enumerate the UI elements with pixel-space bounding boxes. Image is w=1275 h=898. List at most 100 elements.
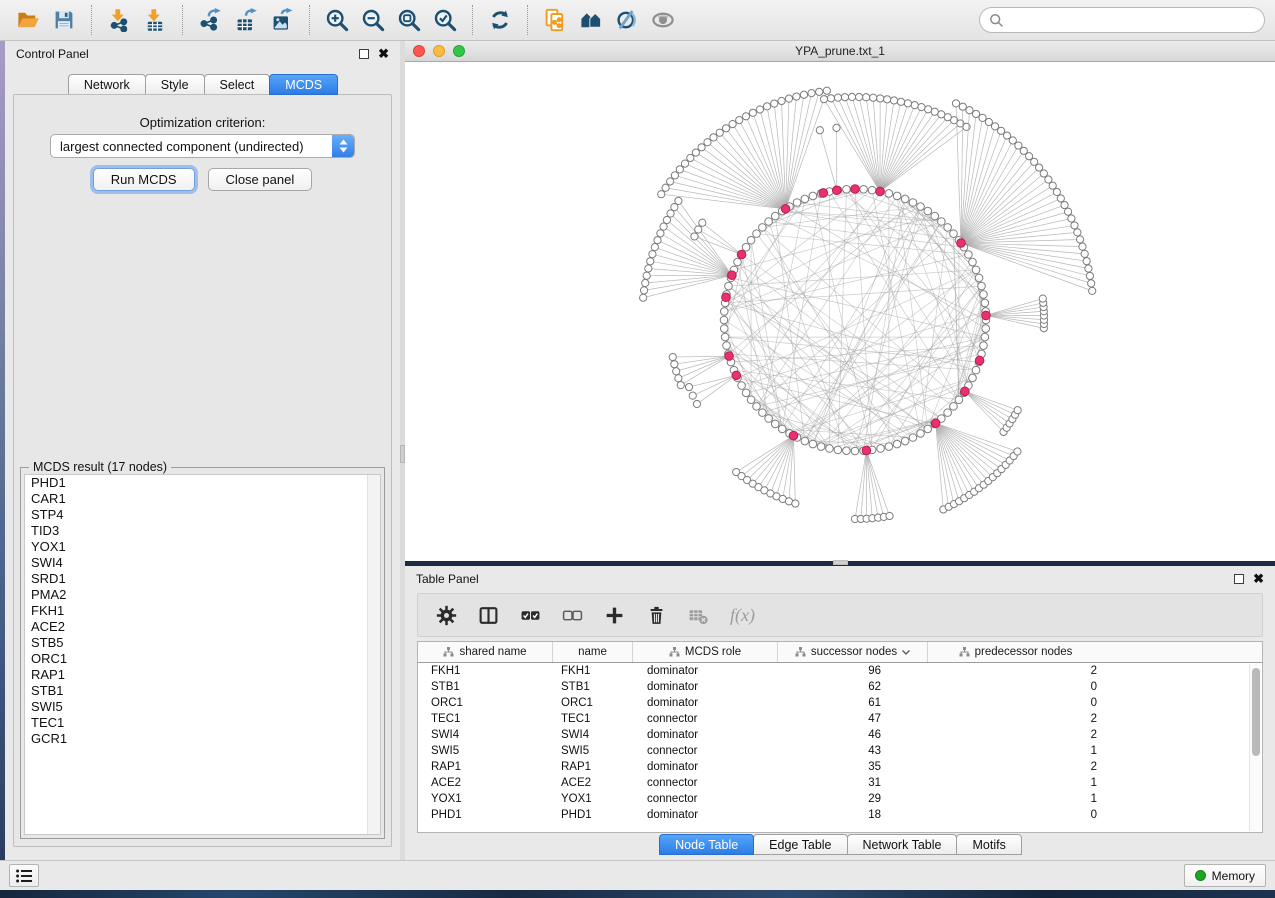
- task-history-button[interactable]: [9, 864, 39, 887]
- tab-edge-table[interactable]: Edge Table: [753, 834, 847, 855]
- column-header-predecessor-nodes[interactable]: predecessor nodes: [928, 642, 1103, 662]
- table-row[interactable]: YOX1YOX1connector291: [418, 791, 1262, 807]
- sort-descending-icon: [902, 650, 910, 655]
- column-header-name[interactable]: name: [553, 642, 633, 662]
- save-session-icon[interactable]: [46, 4, 82, 36]
- list-item[interactable]: RAP1: [25, 667, 380, 683]
- float-panel-icon[interactable]: [359, 49, 369, 59]
- table-options-gear-icon[interactable]: [436, 605, 457, 626]
- cell-name: FKH1: [553, 665, 633, 677]
- column-header-shared-name[interactable]: shared name: [418, 642, 553, 662]
- deselect-all-rows-icon[interactable]: [562, 605, 583, 626]
- list-item[interactable]: STB5: [25, 635, 380, 651]
- table-row[interactable]: ORC1ORC1dominator610: [418, 695, 1262, 711]
- column-header-mcds-role[interactable]: MCDS role: [633, 642, 778, 662]
- tab-select[interactable]: Select: [204, 74, 271, 95]
- select-all-rows-icon[interactable]: [520, 605, 541, 626]
- export-table-icon[interactable]: [228, 4, 264, 36]
- memory-label: Memory: [1212, 869, 1255, 883]
- cell-shared-name: PHD1: [418, 809, 553, 821]
- toolbar-separator: [527, 5, 528, 35]
- list-item[interactable]: PMA2: [25, 587, 380, 603]
- list-item[interactable]: TEC1: [25, 715, 380, 731]
- cell-shared-name: YOX1: [418, 793, 553, 805]
- open-session-icon[interactable]: [10, 4, 46, 36]
- tab-node-table[interactable]: Node Table: [659, 834, 754, 855]
- table-row[interactable]: SWI5SWI5connector431: [418, 743, 1262, 759]
- memory-button[interactable]: Memory: [1184, 864, 1266, 887]
- list-item[interactable]: STB1: [25, 683, 380, 699]
- horizontal-splitter-grip[interactable]: [833, 560, 848, 565]
- list-item[interactable]: SWI5: [25, 699, 380, 715]
- cell-predecessor-nodes: 2: [928, 761, 1103, 773]
- zoom-fit-icon[interactable]: [391, 4, 427, 36]
- import-network-from-database-icon[interactable]: [537, 4, 573, 36]
- list-scrollbar[interactable]: [367, 475, 380, 834]
- show-hide-view-icon[interactable]: [645, 4, 681, 36]
- search-input[interactable]: [1004, 13, 1255, 27]
- list-item[interactable]: GCR1: [25, 731, 380, 747]
- export-network-icon[interactable]: [192, 4, 228, 36]
- table-row[interactable]: RAP1RAP1dominator352: [418, 759, 1262, 775]
- table-row[interactable]: FKH1FKH1dominator962: [418, 663, 1262, 679]
- close-panel-icon[interactable]: ✖: [378, 49, 389, 59]
- scrollbar-thumb[interactable]: [1252, 668, 1260, 756]
- toolbar-separator: [91, 5, 92, 35]
- close-panel-button[interactable]: Close panel: [208, 168, 313, 191]
- table-row[interactable]: PHD1PHD1dominator180: [418, 807, 1262, 823]
- cell-shared-name: SWI5: [418, 745, 553, 757]
- export-image-icon[interactable]: [264, 4, 300, 36]
- cell-successor-nodes: 62: [778, 681, 928, 693]
- mcds-result-title: MCDS result (17 nodes): [29, 460, 171, 474]
- cell-name: ORC1: [553, 697, 633, 709]
- toggle-graphics-details-icon[interactable]: [609, 4, 645, 36]
- float-panel-icon[interactable]: [1234, 574, 1244, 584]
- list-item[interactable]: CAR1: [25, 491, 380, 507]
- list-item[interactable]: YOX1: [25, 539, 380, 555]
- tab-network-table[interactable]: Network Table: [847, 834, 958, 855]
- network-canvas[interactable]: [405, 62, 1275, 561]
- column-header-successor-nodes[interactable]: successor nodes: [778, 642, 928, 662]
- control-panel-title: Control Panel: [16, 47, 89, 61]
- table-scrollbar[interactable]: [1249, 664, 1261, 831]
- list-item[interactable]: SWI4: [25, 555, 380, 571]
- cell-mcds-role: connector: [633, 777, 778, 789]
- control-panel: Control Panel ✖ Network Style Select MCD…: [5, 41, 400, 860]
- zoom-in-icon[interactable]: [319, 4, 355, 36]
- search-network-icon[interactable]: [573, 4, 609, 36]
- table-row[interactable]: SWI4SWI4dominator462: [418, 727, 1262, 743]
- apply-preferred-layout-icon[interactable]: [482, 4, 518, 36]
- table-row[interactable]: STB1STB1dominator620: [418, 679, 1262, 695]
- tab-mcds[interactable]: MCDS: [269, 74, 338, 95]
- show-columns-icon[interactable]: [478, 605, 499, 626]
- list-item[interactable]: SRD1: [25, 571, 380, 587]
- run-mcds-button[interactable]: Run MCDS: [93, 168, 195, 191]
- zoom-selected-icon[interactable]: [427, 4, 463, 36]
- function-builder-icon[interactable]: f(x): [730, 605, 755, 626]
- toolbar-separator: [309, 5, 310, 35]
- delete-table-icon[interactable]: [688, 605, 709, 626]
- zoom-out-icon[interactable]: [355, 4, 391, 36]
- close-panel-icon[interactable]: ✖: [1253, 574, 1264, 584]
- list-item[interactable]: STP4: [25, 507, 380, 523]
- import-network-from-file-icon[interactable]: [101, 4, 137, 36]
- delete-column-trash-icon[interactable]: [646, 605, 667, 626]
- tab-network[interactable]: Network: [68, 74, 146, 95]
- network-column-icon: [669, 647, 680, 657]
- list-item[interactable]: TID3: [25, 523, 380, 539]
- list-item[interactable]: ORC1: [25, 651, 380, 667]
- list-item[interactable]: FKH1: [25, 603, 380, 619]
- add-column-icon[interactable]: [604, 605, 625, 626]
- cell-mcds-role: connector: [633, 713, 778, 725]
- table-row[interactable]: TEC1TEC1connector472: [418, 711, 1262, 727]
- import-table-from-file-icon[interactable]: [137, 4, 173, 36]
- table-row[interactable]: ACE2ACE2connector311: [418, 775, 1262, 791]
- tab-style[interactable]: Style: [145, 74, 205, 95]
- optimization-criterion-select[interactable]: largest connected component (undirected): [50, 134, 355, 158]
- list-item[interactable]: ACE2: [25, 619, 380, 635]
- list-item[interactable]: PHD1: [25, 475, 380, 491]
- cell-shared-name: ACE2: [418, 777, 553, 789]
- column-label: shared name: [459, 646, 526, 658]
- network-window-titlebar[interactable]: YPA_prune.txt_1: [405, 41, 1275, 62]
- tab-motifs[interactable]: Motifs: [956, 834, 1021, 855]
